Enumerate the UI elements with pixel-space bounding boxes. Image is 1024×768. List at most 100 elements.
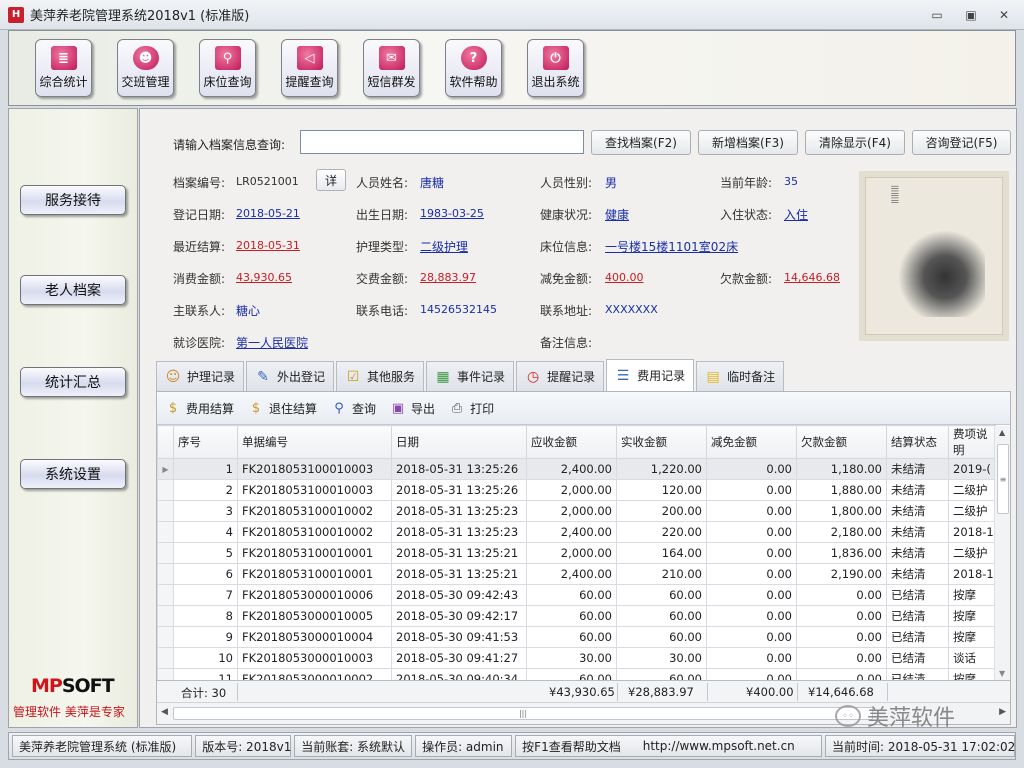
table-cell[interactable]: 2019-(	[948, 458, 996, 480]
column-header[interactable]: 序号	[173, 425, 238, 459]
table-cell[interactable]: 2,180.00	[796, 521, 887, 543]
table-cell[interactable]: FK2018053000010004	[237, 626, 392, 648]
table-cell[interactable]: 2,400.00	[526, 458, 617, 480]
table-cell[interactable]: 按摩	[948, 605, 996, 627]
table-cell[interactable]: 7	[173, 584, 238, 606]
table-cell[interactable]: 2018-05-31 13:25:26	[391, 458, 527, 480]
table-cell[interactable]: 0.00	[706, 605, 797, 627]
table-cell[interactable]: 1	[173, 458, 238, 480]
query-button[interactable]: ⚲ 查询	[331, 400, 376, 417]
vertical-scrollbar[interactable]: ▲ ≡ ▼	[994, 426, 1010, 680]
add-archive-button[interactable]: 新增档案(F3)	[698, 130, 798, 155]
table-cell[interactable]: 0.00	[706, 563, 797, 585]
table-cell[interactable]: 未结清	[886, 542, 949, 564]
tab-nursing-records[interactable]: ☺ 护理记录	[156, 361, 245, 391]
tab-outing-register[interactable]: ✎ 外出登记	[246, 361, 335, 391]
table-cell[interactable]: 0.00	[796, 584, 887, 606]
care-type-link[interactable]: 二级护理	[420, 238, 468, 255]
table-cell[interactable]: 已结清	[886, 584, 949, 606]
table-cell[interactable]: 0.00	[706, 542, 797, 564]
table-cell[interactable]: FK2018053100010001	[237, 542, 392, 564]
tab-fee-records[interactable]: ☰ 费用记录	[606, 359, 695, 391]
archive-search-input[interactable]	[300, 130, 584, 154]
table-cell[interactable]: 谈话	[948, 647, 996, 669]
table-cell[interactable]: 按摩	[948, 584, 996, 606]
table-cell[interactable]: 0.00	[706, 626, 797, 648]
table-cell[interactable]: 未结清	[886, 521, 949, 543]
health-link[interactable]: 健康	[605, 206, 629, 223]
table-cell[interactable]: 9	[173, 626, 238, 648]
sidebar-item-statistics[interactable]: 统计汇总	[20, 367, 126, 397]
row-indicator[interactable]	[157, 605, 174, 627]
table-cell[interactable]: 1,220.00	[616, 458, 707, 480]
detail-button[interactable]: 详	[316, 169, 346, 191]
toolbar-button-shift[interactable]: ☻ 交班管理	[117, 39, 174, 97]
table-cell[interactable]: 3	[173, 500, 238, 522]
table-cell[interactable]: 2018-05-31 13:25:26	[391, 479, 527, 501]
table-cell[interactable]: 2018-05-31 13:25:23	[391, 500, 527, 522]
table-row[interactable]: 2 FK2018053100010003 2018-05-31 13:25:26 2,…	[157, 479, 996, 501]
toolbar-button-reminder[interactable]: ◁ 提醒查询	[281, 39, 338, 97]
discount-link[interactable]: 400.00	[605, 271, 644, 284]
table-cell[interactable]: 2018-05-30 09:41:53	[391, 626, 527, 648]
table-cell[interactable]: 120.00	[616, 479, 707, 501]
table-cell[interactable]: FK2018053000010006	[237, 584, 392, 606]
column-header[interactable]: 实收金额	[616, 425, 707, 459]
table-cell[interactable]: 2018-05-31 13:25:21	[391, 563, 527, 585]
column-header[interactable]: 费项说明	[948, 425, 996, 459]
table-cell[interactable]: 10	[173, 647, 238, 669]
row-indicator[interactable]	[157, 626, 174, 648]
table-cell[interactable]: FK2018053100010003	[237, 458, 392, 480]
table-cell[interactable]: 1,800.00	[796, 500, 887, 522]
table-cell[interactable]: 2,400.00	[526, 521, 617, 543]
table-cell[interactable]: 5	[173, 542, 238, 564]
website-link[interactable]: http://www.mpsoft.net.cn	[643, 739, 795, 753]
print-button[interactable]: ⎙ 打印	[449, 400, 494, 417]
column-header[interactable]: 单据编号	[237, 425, 392, 459]
table-cell[interactable]: 1,880.00	[796, 479, 887, 501]
sidebar-item-settings[interactable]: 系统设置	[20, 459, 126, 489]
table-row[interactable]: 6 FK2018053100010001 2018-05-31 13:25:21 2,…	[157, 563, 996, 585]
table-cell[interactable]: 60.00	[526, 584, 617, 606]
close-button[interactable]: ✕	[992, 6, 1016, 24]
table-cell[interactable]: 0.00	[706, 647, 797, 669]
row-indicator[interactable]	[157, 563, 174, 585]
table-cell[interactable]: 二级护	[948, 479, 996, 501]
sidebar-item-archives[interactable]: 老人档案	[20, 275, 126, 305]
table-cell[interactable]: 164.00	[616, 542, 707, 564]
toolbar-button-help[interactable]: ? 软件帮助	[445, 39, 502, 97]
table-cell[interactable]: 2,000.00	[526, 500, 617, 522]
sidebar-item-service[interactable]: 服务接待	[20, 185, 126, 215]
table-cell[interactable]: 未结清	[886, 458, 949, 480]
checkout-settle-button[interactable]: $ 退住结算	[248, 400, 317, 417]
table-cell[interactable]: 0.00	[706, 458, 797, 480]
column-header[interactable]: 减免金额	[706, 425, 797, 459]
table-cell[interactable]: 0.00	[796, 626, 887, 648]
table-cell[interactable]: 60.00	[616, 626, 707, 648]
table-cell[interactable]: 2018-05-31 13:25:23	[391, 521, 527, 543]
paid-link[interactable]: 28,883.97	[420, 271, 476, 284]
export-button[interactable]: ▣ 导出	[390, 400, 435, 417]
find-archive-button[interactable]: 查找档案(F2)	[591, 130, 691, 155]
tab-reminder-records[interactable]: ◷ 提醒记录	[516, 361, 605, 391]
table-cell[interactable]: 0.00	[706, 479, 797, 501]
table-cell[interactable]: 220.00	[616, 521, 707, 543]
table-cell[interactable]: 二级护	[948, 500, 996, 522]
reg-date-link[interactable]: 2018-05-21	[236, 207, 300, 220]
table-cell[interactable]: FK2018053000010003	[237, 647, 392, 669]
table-cell[interactable]: 1,180.00	[796, 458, 887, 480]
column-header[interactable]: 结算状态	[886, 425, 949, 459]
table-cell[interactable]: 已结清	[886, 626, 949, 648]
row-indicator[interactable]	[157, 521, 174, 543]
table-row[interactable]: 8 FK2018053000010005 2018-05-30 09:42:17 60…	[157, 605, 996, 627]
table-cell[interactable]: 60.00	[526, 626, 617, 648]
table-cell[interactable]: 30.00	[526, 647, 617, 669]
hospital-link[interactable]: 第一人民医院	[236, 334, 308, 351]
table-cell[interactable]: 0.00	[796, 605, 887, 627]
table-cell[interactable]: 未结清	[886, 563, 949, 585]
table-cell[interactable]: FK2018053100010002	[237, 521, 392, 543]
table-cell[interactable]: 6	[173, 563, 238, 585]
table-cell[interactable]: FK2018053100010002	[237, 500, 392, 522]
row-indicator[interactable]: ▶	[157, 458, 174, 480]
table-row[interactable]: 7 FK2018053000010006 2018-05-30 09:42:43 60…	[157, 584, 996, 606]
